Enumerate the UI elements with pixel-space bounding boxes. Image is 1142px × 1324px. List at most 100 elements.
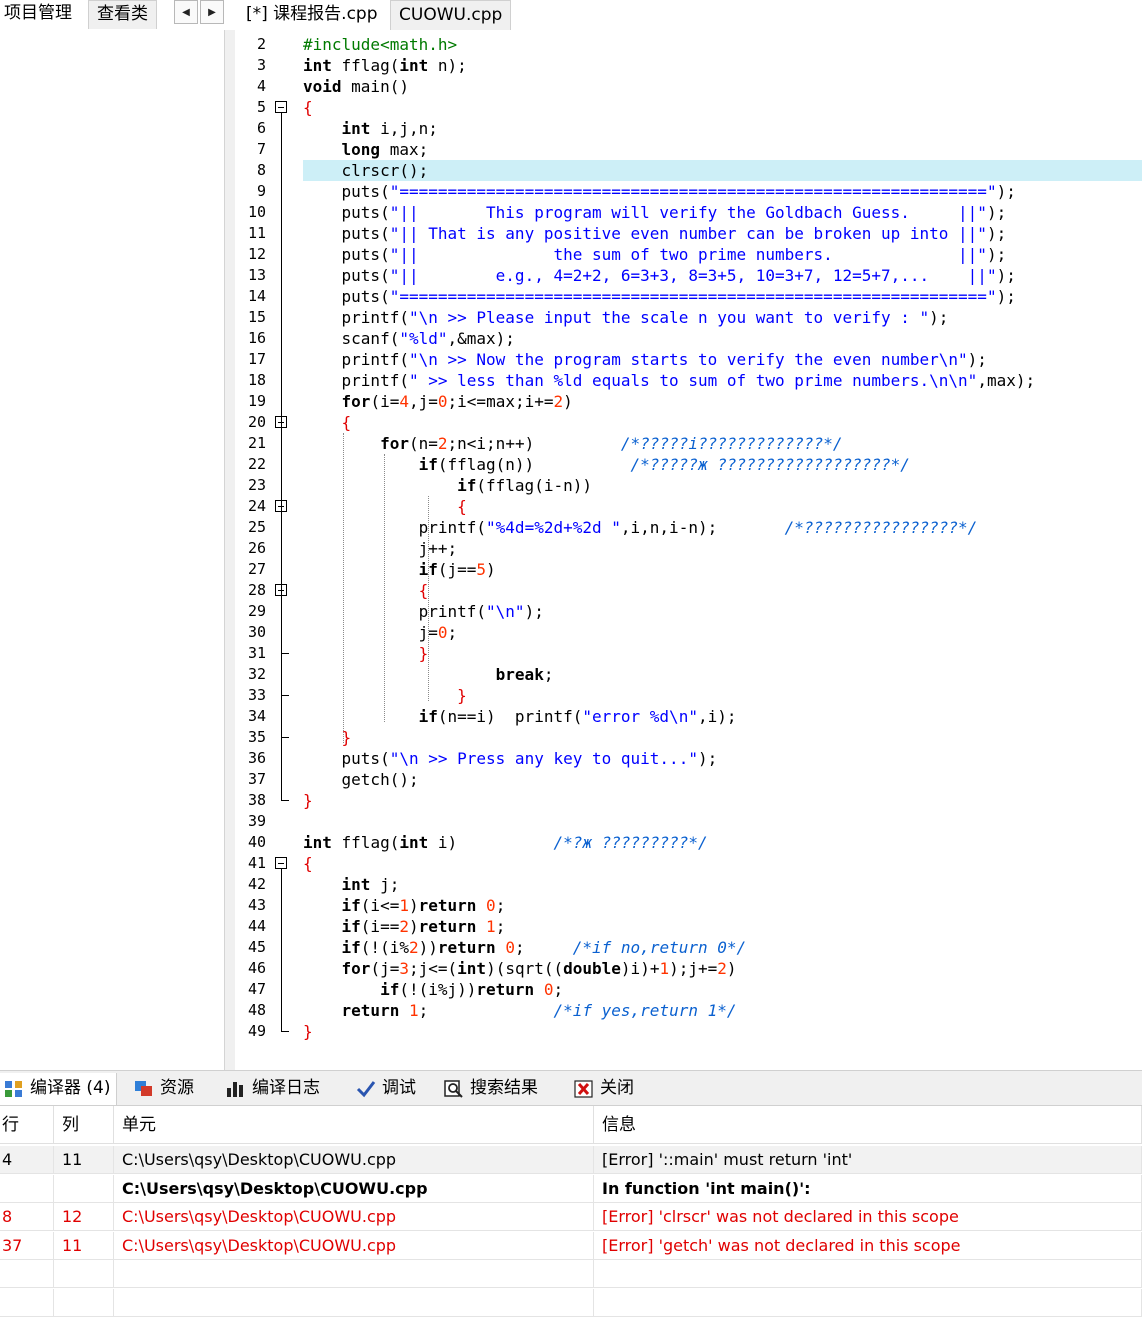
code-line[interactable]: for(n=2;n<i;n++) /*?????i?????????????*/ xyxy=(303,433,1142,454)
code-line[interactable]: { xyxy=(303,853,1142,874)
tab-close[interactable]: 关闭 xyxy=(570,1073,634,1105)
line-number: 5 xyxy=(256,98,266,116)
code-line[interactable]: printf(" >> less than %ld equals to sum … xyxy=(303,370,1142,391)
code-line[interactable]: for(j=3;j<=(int)(sqrt((double)i)+1);j+=2… xyxy=(303,958,1142,979)
code-line[interactable] xyxy=(303,811,1142,832)
file-tab-course-report[interactable]: [*] 课程报告.cpp xyxy=(238,0,386,30)
code-line[interactable]: if(i<=1)return 0; xyxy=(303,895,1142,916)
tab-debug[interactable]: 调试 xyxy=(352,1073,416,1105)
column-header-unit[interactable]: 单元 xyxy=(114,1106,594,1144)
code-line[interactable]: if(fflag(i-n)) xyxy=(303,475,1142,496)
code-line[interactable]: puts("|| the sum of two prime numbers. |… xyxy=(303,244,1142,265)
code-editor[interactable]: 2 3 4 5 6 7 8 9 10 11 12 13 14 15 16 17 18 19 20 21 22 23 24 25… xyxy=(235,30,1142,1070)
message-row[interactable]: C:\Users\qsy\Desktop\CUOWU.cpp In functio… xyxy=(0,1174,1142,1203)
tab-search-results[interactable]: 搜索结果 xyxy=(440,1073,538,1105)
code-line[interactable]: return 1; /*if yes,return 1*/ xyxy=(303,1000,1142,1021)
message-line: 4 xyxy=(0,1146,54,1174)
message-unit: C:\Users\qsy\Desktop\CUOWU.cpp xyxy=(114,1203,594,1231)
tab-resources[interactable]: 资源 xyxy=(130,1073,194,1105)
code-line[interactable]: { xyxy=(303,496,1142,517)
line-number: 24 xyxy=(247,497,266,515)
column-header-column[interactable]: 列 xyxy=(54,1106,114,1144)
tab-scroll-left-icon[interactable]: ◀ xyxy=(174,0,198,24)
code-line[interactable]: printf("\n >> Now the program starts to … xyxy=(303,349,1142,370)
code-line[interactable]: puts("==================================… xyxy=(303,181,1142,202)
code-line[interactable]: if(j==5) xyxy=(303,559,1142,580)
code-line[interactable]: } xyxy=(303,790,1142,811)
fold-end-tick xyxy=(281,695,289,696)
code-line[interactable]: #include<math.h> xyxy=(303,34,1142,55)
code-line[interactable]: scanf("%ld",&max); xyxy=(303,328,1142,349)
code-line[interactable]: j=0; xyxy=(303,622,1142,643)
line-number: 43 xyxy=(247,896,266,914)
tab-project-manager[interactable]: 项目管理 xyxy=(0,0,76,28)
tab-compiler[interactable]: 编译器 (4) xyxy=(0,1073,118,1105)
code-line[interactable]: puts("\n >> Press any key to quit..."); xyxy=(303,748,1142,769)
message-info: [Error] 'getch' was not declared in this… xyxy=(594,1231,1142,1260)
tab-close-label: 关闭 xyxy=(600,1078,634,1098)
message-column: 12 xyxy=(54,1203,114,1231)
code-line[interactable]: getch(); xyxy=(303,769,1142,790)
file-tab-cuowu[interactable]: CUOWU.cpp xyxy=(390,0,512,30)
code-line[interactable]: if(i==2)return 1; xyxy=(303,916,1142,937)
code-line[interactable]: long max; xyxy=(303,139,1142,160)
code-line[interactable]: printf("\n"); xyxy=(303,601,1142,622)
message-row[interactable] xyxy=(0,1260,1142,1288)
tab-resources-label: 资源 xyxy=(160,1078,194,1098)
line-number: 38 xyxy=(247,791,266,809)
code-line[interactable]: { xyxy=(303,97,1142,118)
code-line[interactable]: } xyxy=(303,685,1142,706)
code-line[interactable]: printf("\n >> Please input the scale n y… xyxy=(303,307,1142,328)
column-header-info[interactable]: 信息 xyxy=(594,1106,1142,1144)
line-number: 18 xyxy=(247,371,266,389)
code-line[interactable]: j++; xyxy=(303,538,1142,559)
code-line[interactable]: puts("|| That is any positive even numbe… xyxy=(303,223,1142,244)
code-line[interactable]: } xyxy=(303,1021,1142,1042)
fold-toggle-icon[interactable] xyxy=(275,101,287,113)
code-line[interactable]: } xyxy=(303,643,1142,664)
message-column xyxy=(54,1288,114,1317)
message-column: 11 xyxy=(54,1231,114,1260)
code-line[interactable]: { xyxy=(303,580,1142,601)
code-line[interactable]: if(n==i) printf("error %d\n",i); xyxy=(303,706,1142,727)
line-number: 22 xyxy=(247,455,266,473)
line-number: 31 xyxy=(247,644,266,662)
code-line[interactable]: puts("==================================… xyxy=(303,286,1142,307)
message-info: [Error] '::main' must return 'int' xyxy=(594,1146,1142,1174)
code-line[interactable]: clrscr(); xyxy=(303,160,1142,181)
code-line[interactable]: if(!(i%j))return 0; xyxy=(303,979,1142,1000)
fold-end-tick xyxy=(281,800,289,801)
code-line[interactable]: int fflag(int n); xyxy=(303,55,1142,76)
code-line[interactable]: puts("|| e.g., 4=2+2, 6=3+3, 8=3+5, 10=3… xyxy=(303,265,1142,286)
message-row[interactable]: 4 11 C:\Users\qsy\Desktop\CUOWU.cpp [Error]… xyxy=(0,1146,1142,1174)
code-line[interactable]: if(!(i%2))return 0; /*if no,return 0*/ xyxy=(303,937,1142,958)
code-text-area[interactable]: #include<math.h> int fflag(int n); void ma… xyxy=(303,30,1142,1070)
code-line[interactable]: int fflag(int i) /*?ж ?????????*/ xyxy=(303,832,1142,853)
compile-log-bar-icon xyxy=(227,1082,243,1097)
message-row[interactable]: 8 12 C:\Users\qsy\Desktop\CUOWU.cpp [Error]… xyxy=(0,1203,1142,1231)
tab-search-results-label: 搜索结果 xyxy=(470,1078,538,1098)
code-line[interactable]: break; xyxy=(303,664,1142,685)
code-line[interactable]: puts("|| This program will verify the Go… xyxy=(303,202,1142,223)
message-row[interactable] xyxy=(0,1288,1142,1317)
code-line[interactable]: if(fflag(n)) /*?????ж ??????????????????… xyxy=(303,454,1142,475)
tab-class-view[interactable]: 查看类 xyxy=(88,0,157,29)
tab-scroll-right-icon[interactable]: ▶ xyxy=(200,0,224,24)
code-line[interactable]: void main() xyxy=(303,76,1142,97)
code-line[interactable]: printf("%4d=%2d+%2d ",i,n,i-n); /*??????… xyxy=(303,517,1142,538)
line-number: 40 xyxy=(247,833,266,851)
panel-splitter[interactable] xyxy=(225,30,235,1070)
code-line[interactable]: int i,j,n; xyxy=(303,118,1142,139)
column-header-line[interactable]: 行 xyxy=(0,1106,54,1144)
fold-toggle-icon[interactable] xyxy=(275,857,287,869)
line-number: 26 xyxy=(247,539,266,557)
tab-compile-log[interactable]: 编译日志 xyxy=(222,1073,320,1105)
message-unit: C:\Users\qsy\Desktop\CUOWU.cpp xyxy=(114,1146,594,1174)
code-line[interactable]: int j; xyxy=(303,874,1142,895)
line-number: 4 xyxy=(256,77,266,95)
code-line[interactable]: { xyxy=(303,412,1142,433)
code-line[interactable]: } xyxy=(303,727,1142,748)
line-number: 29 xyxy=(247,602,266,620)
code-line[interactable]: for(i=4,j=0;i<=max;i+=2) xyxy=(303,391,1142,412)
message-row[interactable]: 37 11 C:\Users\qsy\Desktop\CUOWU.cpp [Error… xyxy=(0,1231,1142,1260)
